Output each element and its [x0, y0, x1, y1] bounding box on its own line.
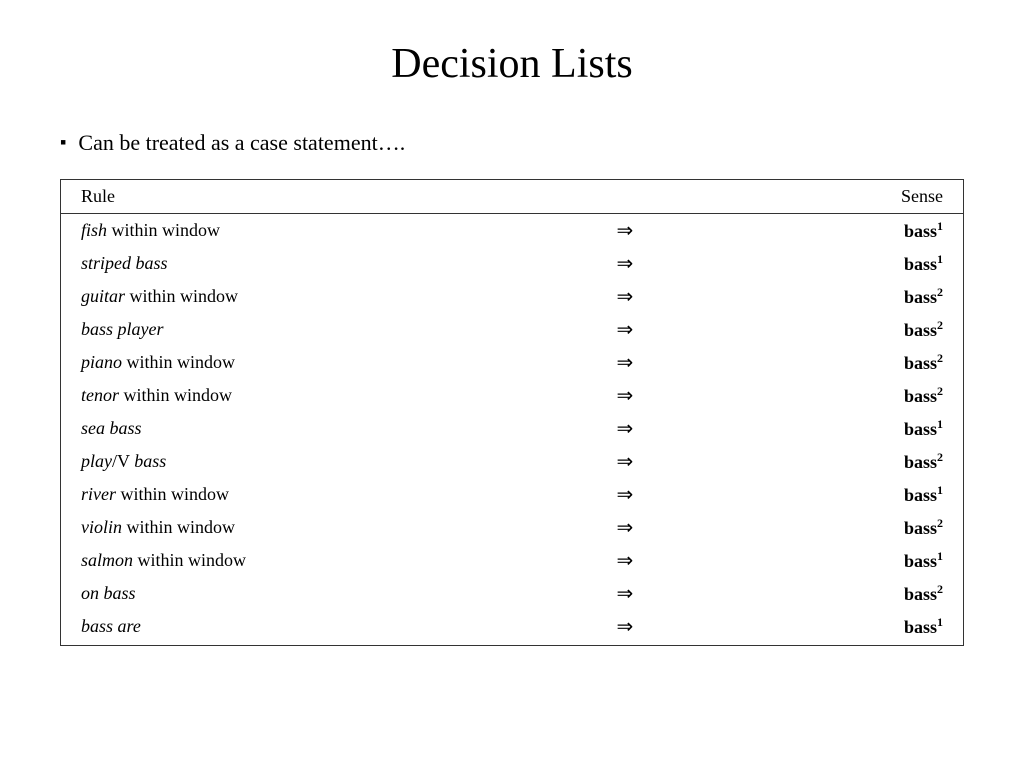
table-row: bass player⇒bass2: [61, 313, 964, 346]
rule-cell: bass player: [61, 313, 558, 346]
sense-header: Sense: [693, 179, 964, 213]
arrow-cell: ⇒: [557, 280, 692, 313]
rule-cell: river within window: [61, 478, 558, 511]
sense-cell: bass1: [693, 247, 964, 280]
arrow-cell: ⇒: [557, 478, 692, 511]
arrow-cell: ⇒: [557, 379, 692, 412]
arrow-cell: ⇒: [557, 346, 692, 379]
table-row: tenor within window⇒bass2: [61, 379, 964, 412]
rule-cell: violin within window: [61, 511, 558, 544]
sense-cell: bass1: [693, 544, 964, 577]
table-header-row: Rule Sense: [61, 179, 964, 213]
table-row: bass are⇒bass1: [61, 610, 964, 646]
arrow-cell: ⇒: [557, 412, 692, 445]
rule-cell: on bass: [61, 577, 558, 610]
table-row: guitar within window⇒bass2: [61, 280, 964, 313]
bullet-item: ▪ Can be treated as a case statement….: [60, 128, 964, 159]
table-row: sea bass⇒bass1: [61, 412, 964, 445]
arrow-cell: ⇒: [557, 511, 692, 544]
arrow-cell: ⇒: [557, 610, 692, 646]
table-row: striped bass⇒bass1: [61, 247, 964, 280]
arrow-cell: ⇒: [557, 213, 692, 247]
bullet-text: Can be treated as a case statement….: [78, 128, 405, 159]
rule-cell: bass are: [61, 610, 558, 646]
rule-cell: salmon within window: [61, 544, 558, 577]
rule-cell: fish within window: [61, 213, 558, 247]
sense-cell: bass1: [693, 478, 964, 511]
sense-cell: bass2: [693, 280, 964, 313]
sense-cell: bass1: [693, 213, 964, 247]
sense-cell: bass2: [693, 346, 964, 379]
arrow-cell: ⇒: [557, 313, 692, 346]
rule-header: Rule: [61, 179, 558, 213]
table-row: play/V bass⇒bass2: [61, 445, 964, 478]
bullet-marker: ▪: [60, 130, 66, 155]
sense-cell: bass2: [693, 445, 964, 478]
arrow-cell: ⇒: [557, 247, 692, 280]
rule-cell: play/V bass: [61, 445, 558, 478]
rule-cell: sea bass: [61, 412, 558, 445]
arrow-cell: ⇒: [557, 544, 692, 577]
sense-cell: bass2: [693, 577, 964, 610]
table-row: river within window⇒bass1: [61, 478, 964, 511]
table-row: salmon within window⇒bass1: [61, 544, 964, 577]
arrow-cell: ⇒: [557, 445, 692, 478]
decision-table: Rule Sense fish within window⇒bass1strip…: [60, 179, 964, 646]
sense-cell: bass2: [693, 313, 964, 346]
table-row: piano within window⇒bass2: [61, 346, 964, 379]
rule-cell: tenor within window: [61, 379, 558, 412]
table-row: fish within window⇒bass1: [61, 213, 964, 247]
rule-cell: piano within window: [61, 346, 558, 379]
sense-cell: bass1: [693, 412, 964, 445]
sense-cell: bass2: [693, 511, 964, 544]
page-title: Decision Lists: [60, 40, 964, 88]
rule-cell: guitar within window: [61, 280, 558, 313]
sense-cell: bass1: [693, 610, 964, 646]
rule-cell: striped bass: [61, 247, 558, 280]
arrow-header: [557, 179, 692, 213]
arrow-cell: ⇒: [557, 577, 692, 610]
table-row: violin within window⇒bass2: [61, 511, 964, 544]
table-row: on bass⇒bass2: [61, 577, 964, 610]
sense-cell: bass2: [693, 379, 964, 412]
